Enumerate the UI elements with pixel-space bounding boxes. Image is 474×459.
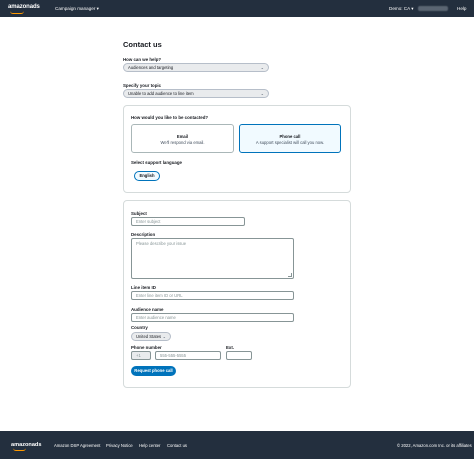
country-label: Country	[131, 325, 148, 330]
language-option-english[interactable]: English	[134, 171, 160, 181]
chevron-down-icon: ⌄	[260, 65, 264, 70]
footer-link-privacy-notice[interactable]: Privacy Notice	[106, 443, 133, 448]
logo-smile-icon	[10, 11, 24, 14]
footer-link-contact-us[interactable]: Contact us	[167, 443, 187, 448]
contact-option-phone[interactable]: Phone call A support specialist will cal…	[239, 124, 341, 153]
help-topic-label: How can we help?	[123, 57, 162, 62]
help-link[interactable]: Help	[457, 6, 466, 11]
subject-input[interactable]: Enter subject	[131, 217, 245, 226]
campaign-manager-label: Campaign manager	[55, 6, 96, 11]
chevron-down-icon: ⌄	[260, 91, 264, 96]
line-item-label: Line item ID	[131, 285, 156, 290]
country-select[interactable]: United States ⌄	[131, 332, 171, 341]
amazon-ads-logo[interactable]: amazonads	[8, 4, 40, 14]
account-label: Demo: CA	[389, 6, 410, 11]
country-value: United States	[136, 334, 162, 339]
contact-option-title: Phone call	[279, 134, 301, 139]
footer-copyright: © 2022, Amazon.com Inc. or its affiliate…	[397, 443, 472, 448]
contact-method-label: How would you like to be contacted?	[131, 115, 209, 120]
help-topic-value: Audiences and targeting	[128, 65, 174, 70]
contact-option-description: A support specialist will call you now.	[255, 140, 325, 145]
help-topic-select[interactable]: Audiences and targeting ⌄	[123, 63, 269, 72]
extension-label: Ext.	[226, 345, 235, 350]
account-selector[interactable]: Demo: CA ▾	[389, 6, 414, 12]
logo-smile-icon	[13, 448, 26, 451]
top-navigation-bar: amazonads Campaign manager ▾ Demo: CA ▾ …	[0, 0, 474, 17]
chevron-down-icon: ⌄	[162, 334, 166, 339]
phone-country-code: +1	[131, 351, 151, 360]
user-menu[interactable]	[418, 6, 448, 11]
specific-topic-value: Unable to add audience to line item	[128, 91, 194, 96]
line-item-input[interactable]: Enter line item ID or URL	[131, 291, 294, 300]
page-title: Contact us	[123, 40, 162, 49]
specific-topic-select[interactable]: Unable to add audience to line item ⌄	[123, 89, 269, 98]
contact-option-description: We'll respond via email.	[160, 140, 205, 145]
resize-handle-icon[interactable]	[288, 273, 292, 277]
chevron-down-icon: ▾	[96, 6, 99, 11]
subject-label: Subject	[131, 211, 147, 216]
description-textarea[interactable]: Please describe your issue	[131, 238, 294, 279]
phone-input[interactable]: 555-555-5555	[155, 351, 221, 360]
phone-label: Phone number	[131, 345, 162, 350]
footer-link-dsp-agreement[interactable]: Amazon DSP Agreement	[54, 443, 100, 448]
contact-option-title: Email	[176, 134, 189, 139]
contact-option-email[interactable]: Email We'll respond via email.	[131, 124, 234, 153]
request-phone-call-button[interactable]: Request phone call	[131, 366, 176, 376]
footer-logo[interactable]: amazonads	[11, 442, 41, 451]
language-label: Select support language	[131, 160, 182, 165]
audience-label: Audience name	[131, 307, 164, 312]
audience-input[interactable]: Enter audience name	[131, 313, 294, 322]
description-label: Description	[131, 232, 156, 237]
footer-link-help-center[interactable]: Help center	[139, 443, 160, 448]
description-placeholder: Please describe your issue	[136, 241, 187, 246]
logo-text: amazonads	[8, 4, 40, 10]
chevron-down-icon: ▾	[411, 6, 414, 11]
footer: amazonads Amazon DSP Agreement Privacy N…	[0, 431, 474, 459]
specific-topic-label: Specify your topic	[123, 83, 162, 88]
campaign-manager-menu[interactable]: Campaign manager ▾	[55, 6, 99, 12]
extension-input[interactable]	[226, 351, 252, 360]
